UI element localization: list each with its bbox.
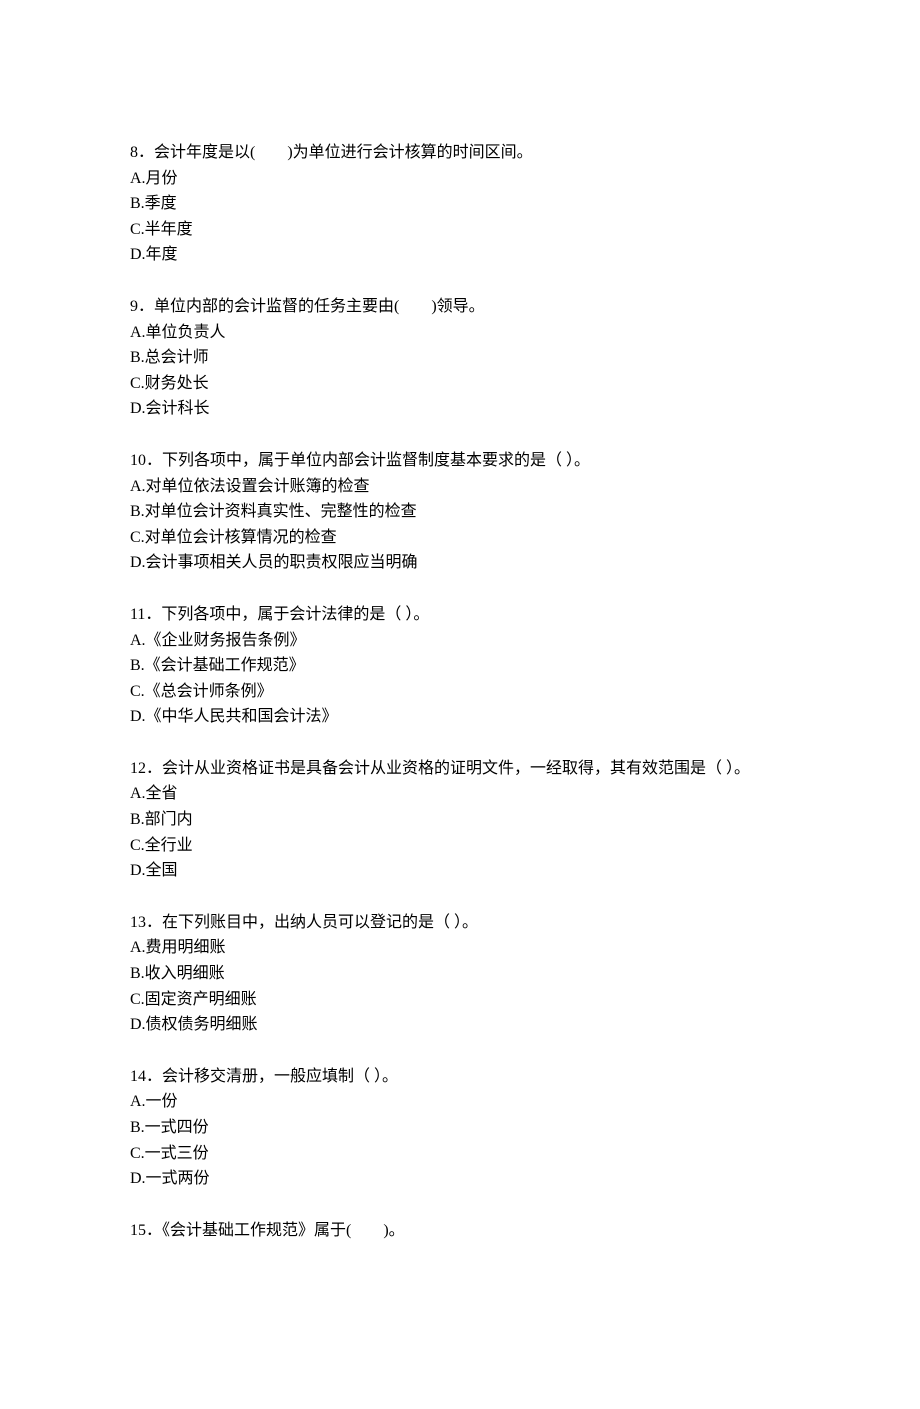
option-b: B.季度 [130, 191, 790, 217]
question-stem: 9．单位内部的会计监督的任务主要由( )领导。 [130, 294, 790, 320]
question-13: 13．在下列账目中，出纳人员可以登记的是（ ）。 A.费用明细账 B.收入明细账… [130, 910, 790, 1038]
question-stem: 15．《会计基础工作规范》属于( )。 [130, 1218, 790, 1244]
question-stem: 11．下列各项中，属于会计法律的是（ ）。 [130, 602, 790, 628]
question-15: 15．《会计基础工作规范》属于( )。 [130, 1218, 790, 1244]
option-c: C.全行业 [130, 833, 790, 859]
option-d: D.一式两份 [130, 1166, 790, 1192]
question-number: 13． [130, 914, 162, 931]
question-body: 会计移交清册，一般应填制（ ）。 [162, 1068, 398, 1085]
question-body: 《会计基础工作规范》属于( )。 [162, 1222, 405, 1239]
question-11: 11．下列各项中，属于会计法律的是（ ）。 A.《企业财务报告条例》 B.《会计… [130, 602, 790, 730]
question-9: 9．单位内部的会计监督的任务主要由( )领导。 A.单位负责人 B.总会计师 C… [130, 294, 790, 422]
question-number: 10． [130, 452, 162, 469]
question-body: 单位内部的会计监督的任务主要由( )领导。 [154, 298, 485, 315]
option-b: B.一式四份 [130, 1115, 790, 1141]
option-d: D.会计事项相关人员的职责权限应当明确 [130, 550, 790, 576]
option-b: B.对单位会计资料真实性、完整性的检查 [130, 499, 790, 525]
option-c: C.固定资产明细账 [130, 987, 790, 1013]
question-8: 8．会计年度是以( )为单位进行会计核算的时间区间。 A.月份 B.季度 C.半… [130, 140, 790, 268]
option-b: B.总会计师 [130, 345, 790, 371]
question-number: 8． [130, 144, 154, 161]
option-d: D.年度 [130, 242, 790, 268]
option-a: A.《企业财务报告条例》 [130, 628, 790, 654]
question-number: 15． [130, 1222, 162, 1239]
option-b: B.《会计基础工作规范》 [130, 653, 790, 679]
option-d: D.会计科长 [130, 396, 790, 422]
option-a: A.月份 [130, 166, 790, 192]
question-12: 12．会计从业资格证书是具备会计从业资格的证明文件，一经取得，其有效范围是（ ）… [130, 756, 790, 884]
question-stem: 12．会计从业资格证书是具备会计从业资格的证明文件，一经取得，其有效范围是（ ）… [130, 756, 790, 782]
option-a: A.费用明细账 [130, 935, 790, 961]
option-b: B.收入明细账 [130, 961, 790, 987]
question-number: 11． [130, 606, 161, 623]
option-c: C.半年度 [130, 217, 790, 243]
option-d: D.债权债务明细账 [130, 1012, 790, 1038]
option-d: D.《中华人民共和国会计法》 [130, 704, 790, 730]
option-a: A.单位负责人 [130, 320, 790, 346]
question-number: 14． [130, 1068, 162, 1085]
option-c: C.《总会计师条例》 [130, 679, 790, 705]
document-content: 8．会计年度是以( )为单位进行会计核算的时间区间。 A.月份 B.季度 C.半… [130, 140, 790, 1243]
option-d: D.全国 [130, 858, 790, 884]
question-number: 9． [130, 298, 154, 315]
question-stem: 8．会计年度是以( )为单位进行会计核算的时间区间。 [130, 140, 790, 166]
question-body: 下列各项中，属于会计法律的是（ ）。 [161, 606, 429, 623]
question-body: 下列各项中，属于单位内部会计监督制度基本要求的是（ ）。 [162, 452, 590, 469]
option-a: A.全省 [130, 781, 790, 807]
option-c: C.一式三份 [130, 1141, 790, 1167]
question-body: 会计从业资格证书是具备会计从业资格的证明文件，一经取得，其有效范围是（ ）。 [162, 760, 750, 777]
option-c: C.对单位会计核算情况的检查 [130, 525, 790, 551]
question-14: 14．会计移交清册，一般应填制（ ）。 A.一份 B.一式四份 C.一式三份 D… [130, 1064, 790, 1192]
question-body: 会计年度是以( )为单位进行会计核算的时间区间。 [154, 144, 533, 161]
question-stem: 13．在下列账目中，出纳人员可以登记的是（ ）。 [130, 910, 790, 936]
question-stem: 14．会计移交清册，一般应填制（ ）。 [130, 1064, 790, 1090]
option-a: A.对单位依法设置会计账簿的检查 [130, 474, 790, 500]
question-body: 在下列账目中，出纳人员可以登记的是（ ）。 [162, 914, 478, 931]
question-stem: 10．下列各项中，属于单位内部会计监督制度基本要求的是（ ）。 [130, 448, 790, 474]
question-10: 10．下列各项中，属于单位内部会计监督制度基本要求的是（ ）。 A.对单位依法设… [130, 448, 790, 576]
option-c: C.财务处长 [130, 371, 790, 397]
option-b: B.部门内 [130, 807, 790, 833]
option-a: A.一份 [130, 1089, 790, 1115]
question-number: 12． [130, 760, 162, 777]
